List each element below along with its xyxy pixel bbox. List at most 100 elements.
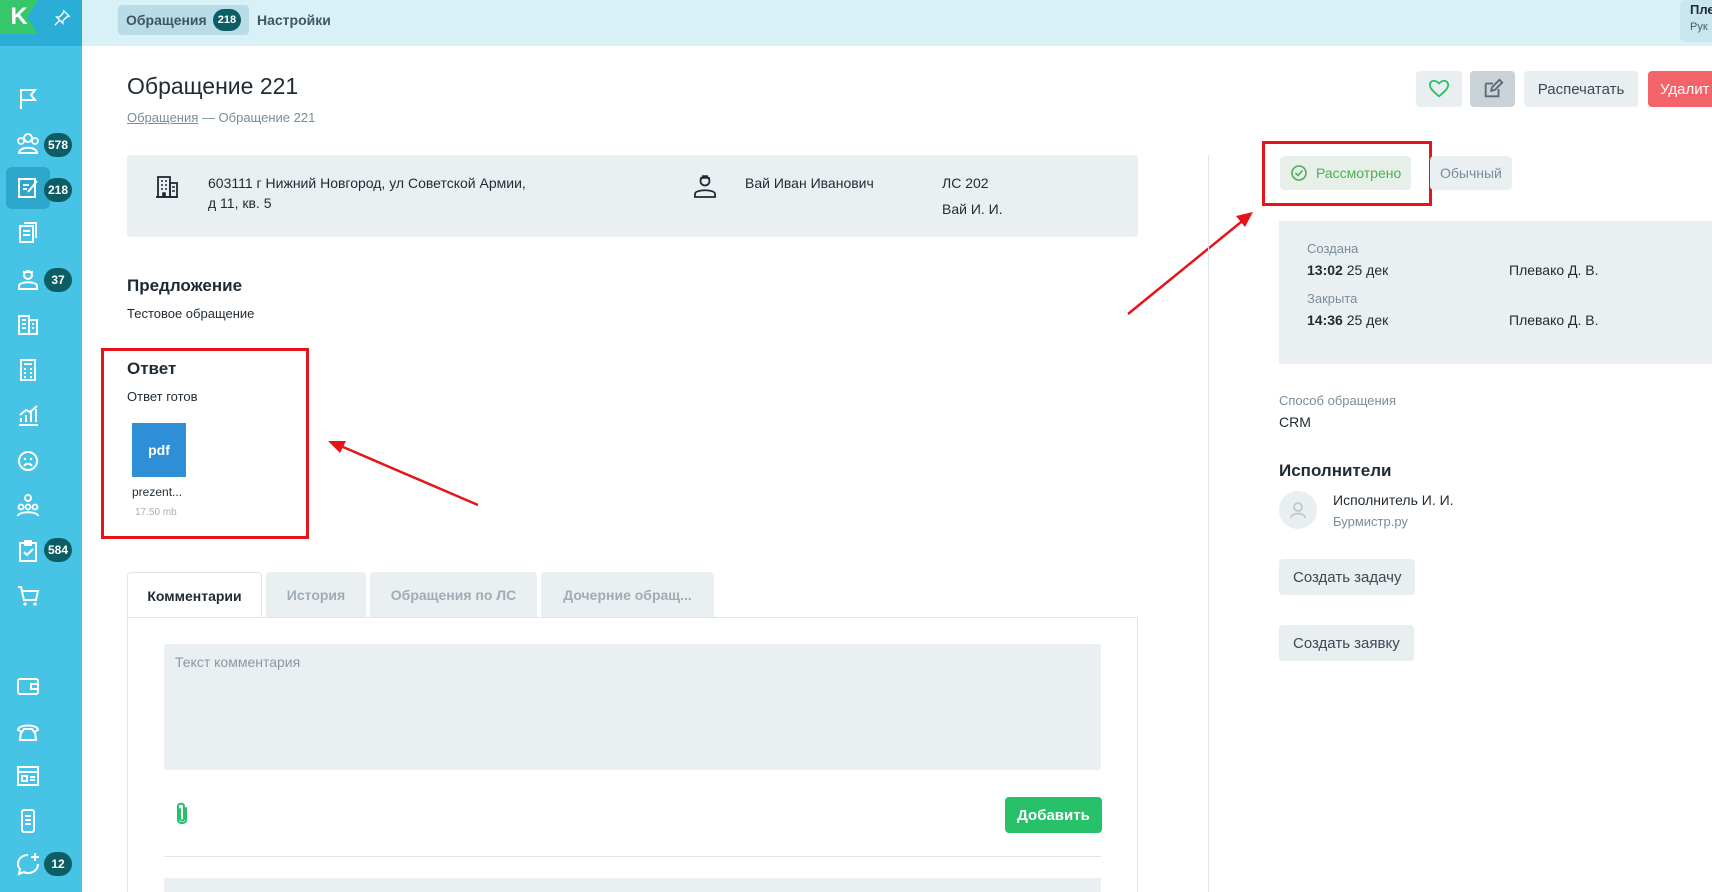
status-reviewed-chip[interactable]: Рассмотрено (1280, 156, 1412, 190)
channel-value: CRM (1279, 414, 1311, 430)
created-label: Создана (1307, 241, 1359, 256)
sidebar-item-site[interactable] (6, 755, 50, 797)
tab-history[interactable]: История (266, 572, 366, 618)
comment-divider (164, 856, 1101, 857)
highlight-answer-box (101, 348, 309, 539)
address-line-2: д 11, кв. 5 (208, 195, 272, 211)
breadcrumb-separator: — (201, 110, 215, 125)
pin-icon[interactable] (53, 9, 71, 27)
badge-chat: 12 (44, 852, 72, 876)
print-button[interactable]: Распечатать (1524, 71, 1638, 107)
chart-icon (19, 405, 38, 426)
checklist-icon (19, 540, 37, 562)
org-chart-icon (17, 494, 39, 517)
edit-button[interactable] (1470, 71, 1515, 107)
sidebar-item-analytics[interactable] (6, 395, 50, 437)
edit-icon (1484, 78, 1503, 98)
badge-workers: 37 (44, 268, 72, 292)
delete-button[interactable]: Удалит (1648, 71, 1712, 107)
avatar (1279, 491, 1317, 529)
create-request-button[interactable]: Создать заявку (1279, 625, 1414, 661)
sidebar-item-calculator[interactable] (6, 349, 50, 391)
wallet-icon (17, 678, 39, 695)
flag-icon (20, 89, 38, 109)
created-date: 25 дек (1346, 262, 1389, 278)
resident-name[interactable]: Вай Иван Иванович (745, 173, 874, 193)
tab-settings[interactable]: Настройки (249, 5, 339, 35)
address: 603111 г Нижний Новгород, ул Советской А… (208, 173, 526, 213)
sidebar-item-structure[interactable] (6, 485, 50, 527)
badge-requests: 218 (44, 178, 73, 202)
edit-document-icon (18, 178, 38, 198)
add-comment-button[interactable]: Добавить (1005, 797, 1102, 833)
calculator-icon (20, 359, 36, 381)
tab-child-requests[interactable]: Дочерние обращ... (541, 572, 714, 618)
breadcrumb: Обращения — Обращение 221 (127, 110, 315, 125)
executors-title: Исполнители (1279, 461, 1392, 480)
user-name: Пле (1690, 2, 1712, 17)
status-reviewed-label: Рассмотрено (1316, 165, 1402, 181)
executor-name[interactable]: Исполнитель И. И. (1333, 492, 1454, 508)
logo[interactable]: K (0, 0, 38, 34)
tab-settings-label: Настройки (257, 12, 331, 28)
channel-label: Способ обращения (1279, 393, 1396, 408)
closed-time: 14:36 (1307, 312, 1343, 328)
favorite-button[interactable] (1416, 71, 1462, 107)
comment-list-item (164, 878, 1101, 892)
building-icon (18, 315, 38, 335)
column-divider (1208, 155, 1209, 892)
executor-company: Бурмистр.ру (1333, 514, 1408, 529)
browser-icon (17, 766, 39, 786)
sidebar-item-flag[interactable] (6, 78, 50, 120)
page-title: Обращение 221 (127, 73, 299, 99)
proposal-text: Тестовое обращение (127, 306, 255, 321)
sidebar-item-shop[interactable] (6, 575, 50, 617)
logo-area: K (0, 0, 82, 46)
breadcrumb-current: Обращение 221 (218, 110, 316, 125)
account-owner: Вай И. И. (942, 201, 1003, 217)
closed-label: Закрыта (1307, 291, 1358, 306)
documents-icon (19, 222, 37, 243)
sidebar-item-complaints[interactable] (6, 440, 50, 482)
sidebar: K 578 218 37 584 12 (0, 0, 82, 892)
closed-by: Плевако Д. В. (1509, 312, 1599, 328)
sad-face-icon (18, 451, 38, 471)
created-datetime: 13:02 25 дек (1307, 262, 1388, 278)
badge-tasks: 584 (44, 538, 73, 562)
tab-requests-badge: 218 (212, 9, 242, 31)
paperclip-icon[interactable] (172, 801, 192, 829)
building-icon (156, 176, 178, 198)
user-menu[interactable]: Пле Рук (1680, 0, 1712, 42)
closed-datetime: 14:36 25 дек (1307, 312, 1388, 328)
person-icon (694, 175, 716, 198)
tab-requests-label: Обращения (126, 12, 207, 28)
tab-account-requests[interactable]: Обращения по ЛС (370, 572, 537, 618)
closed-date: 25 дек (1346, 312, 1389, 328)
create-task-button[interactable]: Создать задачу (1279, 559, 1416, 595)
sidebar-item-calls[interactable] (6, 711, 50, 753)
sidebar-item-wallet[interactable] (6, 665, 50, 707)
heart-icon (1428, 79, 1450, 98)
sidebar-item-mobile[interactable] (6, 800, 50, 842)
created-time: 13:02 (1307, 262, 1343, 278)
sidebar-item-buildings[interactable] (6, 303, 50, 345)
chat-add-icon (16, 853, 39, 876)
worker-icon (18, 270, 38, 290)
tab-comments[interactable]: Комментарии (127, 572, 262, 618)
mobile-icon (21, 809, 35, 833)
tab-requests[interactable]: Обращения 218 (118, 5, 250, 35)
user-role: Рук (1690, 21, 1708, 33)
account-number[interactable]: ЛС 202 (942, 173, 989, 193)
phone-icon (16, 724, 40, 741)
check-circle-icon (1291, 165, 1307, 181)
address-line-1: 603111 г Нижний Новгород, ул Советской А… (208, 175, 526, 191)
comment-input[interactable] (164, 644, 1101, 770)
user-icon (1290, 502, 1306, 519)
breadcrumb-link[interactable]: Обращения (127, 110, 198, 125)
cart-icon (18, 586, 40, 606)
proposal-title: Предложение (127, 276, 243, 295)
badge-residents: 578 (44, 133, 73, 157)
sidebar-item-documents[interactable] (6, 212, 50, 254)
created-by: Плевако Д. В. (1509, 262, 1599, 278)
priority-chip[interactable]: Обычный (1430, 156, 1512, 190)
